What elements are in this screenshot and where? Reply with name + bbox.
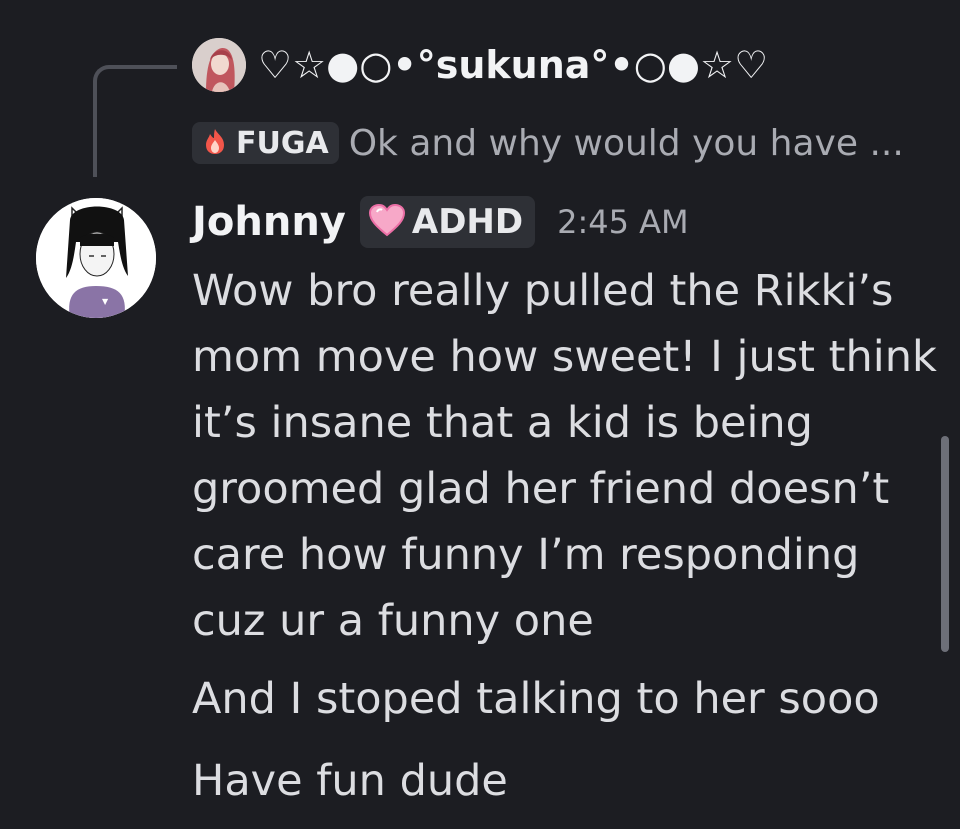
chat-screen: ♡☆●○•°sukuna°•○●☆♡ FUGA Ok and why would… — [0, 0, 960, 829]
reply-connector-line — [93, 65, 177, 177]
pink-heart-icon — [368, 203, 406, 241]
reply-author-name[interactable]: ♡☆●○•°sukuna°•○●☆♡ — [258, 40, 768, 90]
message-timestamp[interactable]: 2:45 AM — [557, 203, 689, 241]
message-text: Have fun dude — [192, 756, 508, 806]
reply-preview[interactable]: FUGA Ok and why would you have ... — [192, 120, 904, 166]
message-body: Wow bro really pulled the Rikki’s mom mo… — [192, 258, 937, 806]
author-name[interactable]: Johnny — [192, 199, 346, 245]
server-tag[interactable]: FUGA — [192, 122, 339, 164]
message-text: And I stoped talking to her sooo — [192, 674, 880, 724]
server-tag-label: FUGA — [236, 125, 329, 161]
message-text: Wow bro really pulled the Rikki’s mom mo… — [192, 266, 937, 646]
author-avatar[interactable]: ▼ — [36, 198, 156, 318]
role-badge-label: ADHD — [411, 202, 524, 242]
scrollbar-thumb[interactable] — [941, 436, 949, 652]
message-header: Johnny ADHD 2:45 AM — [192, 192, 689, 252]
fire-icon — [200, 126, 230, 160]
role-badge[interactable]: ADHD — [359, 196, 536, 248]
reply-author-avatar[interactable] — [192, 38, 246, 92]
reply-snippet: Ok and why would you have ... — [348, 122, 904, 164]
svg-text:▼: ▼ — [102, 297, 109, 306]
